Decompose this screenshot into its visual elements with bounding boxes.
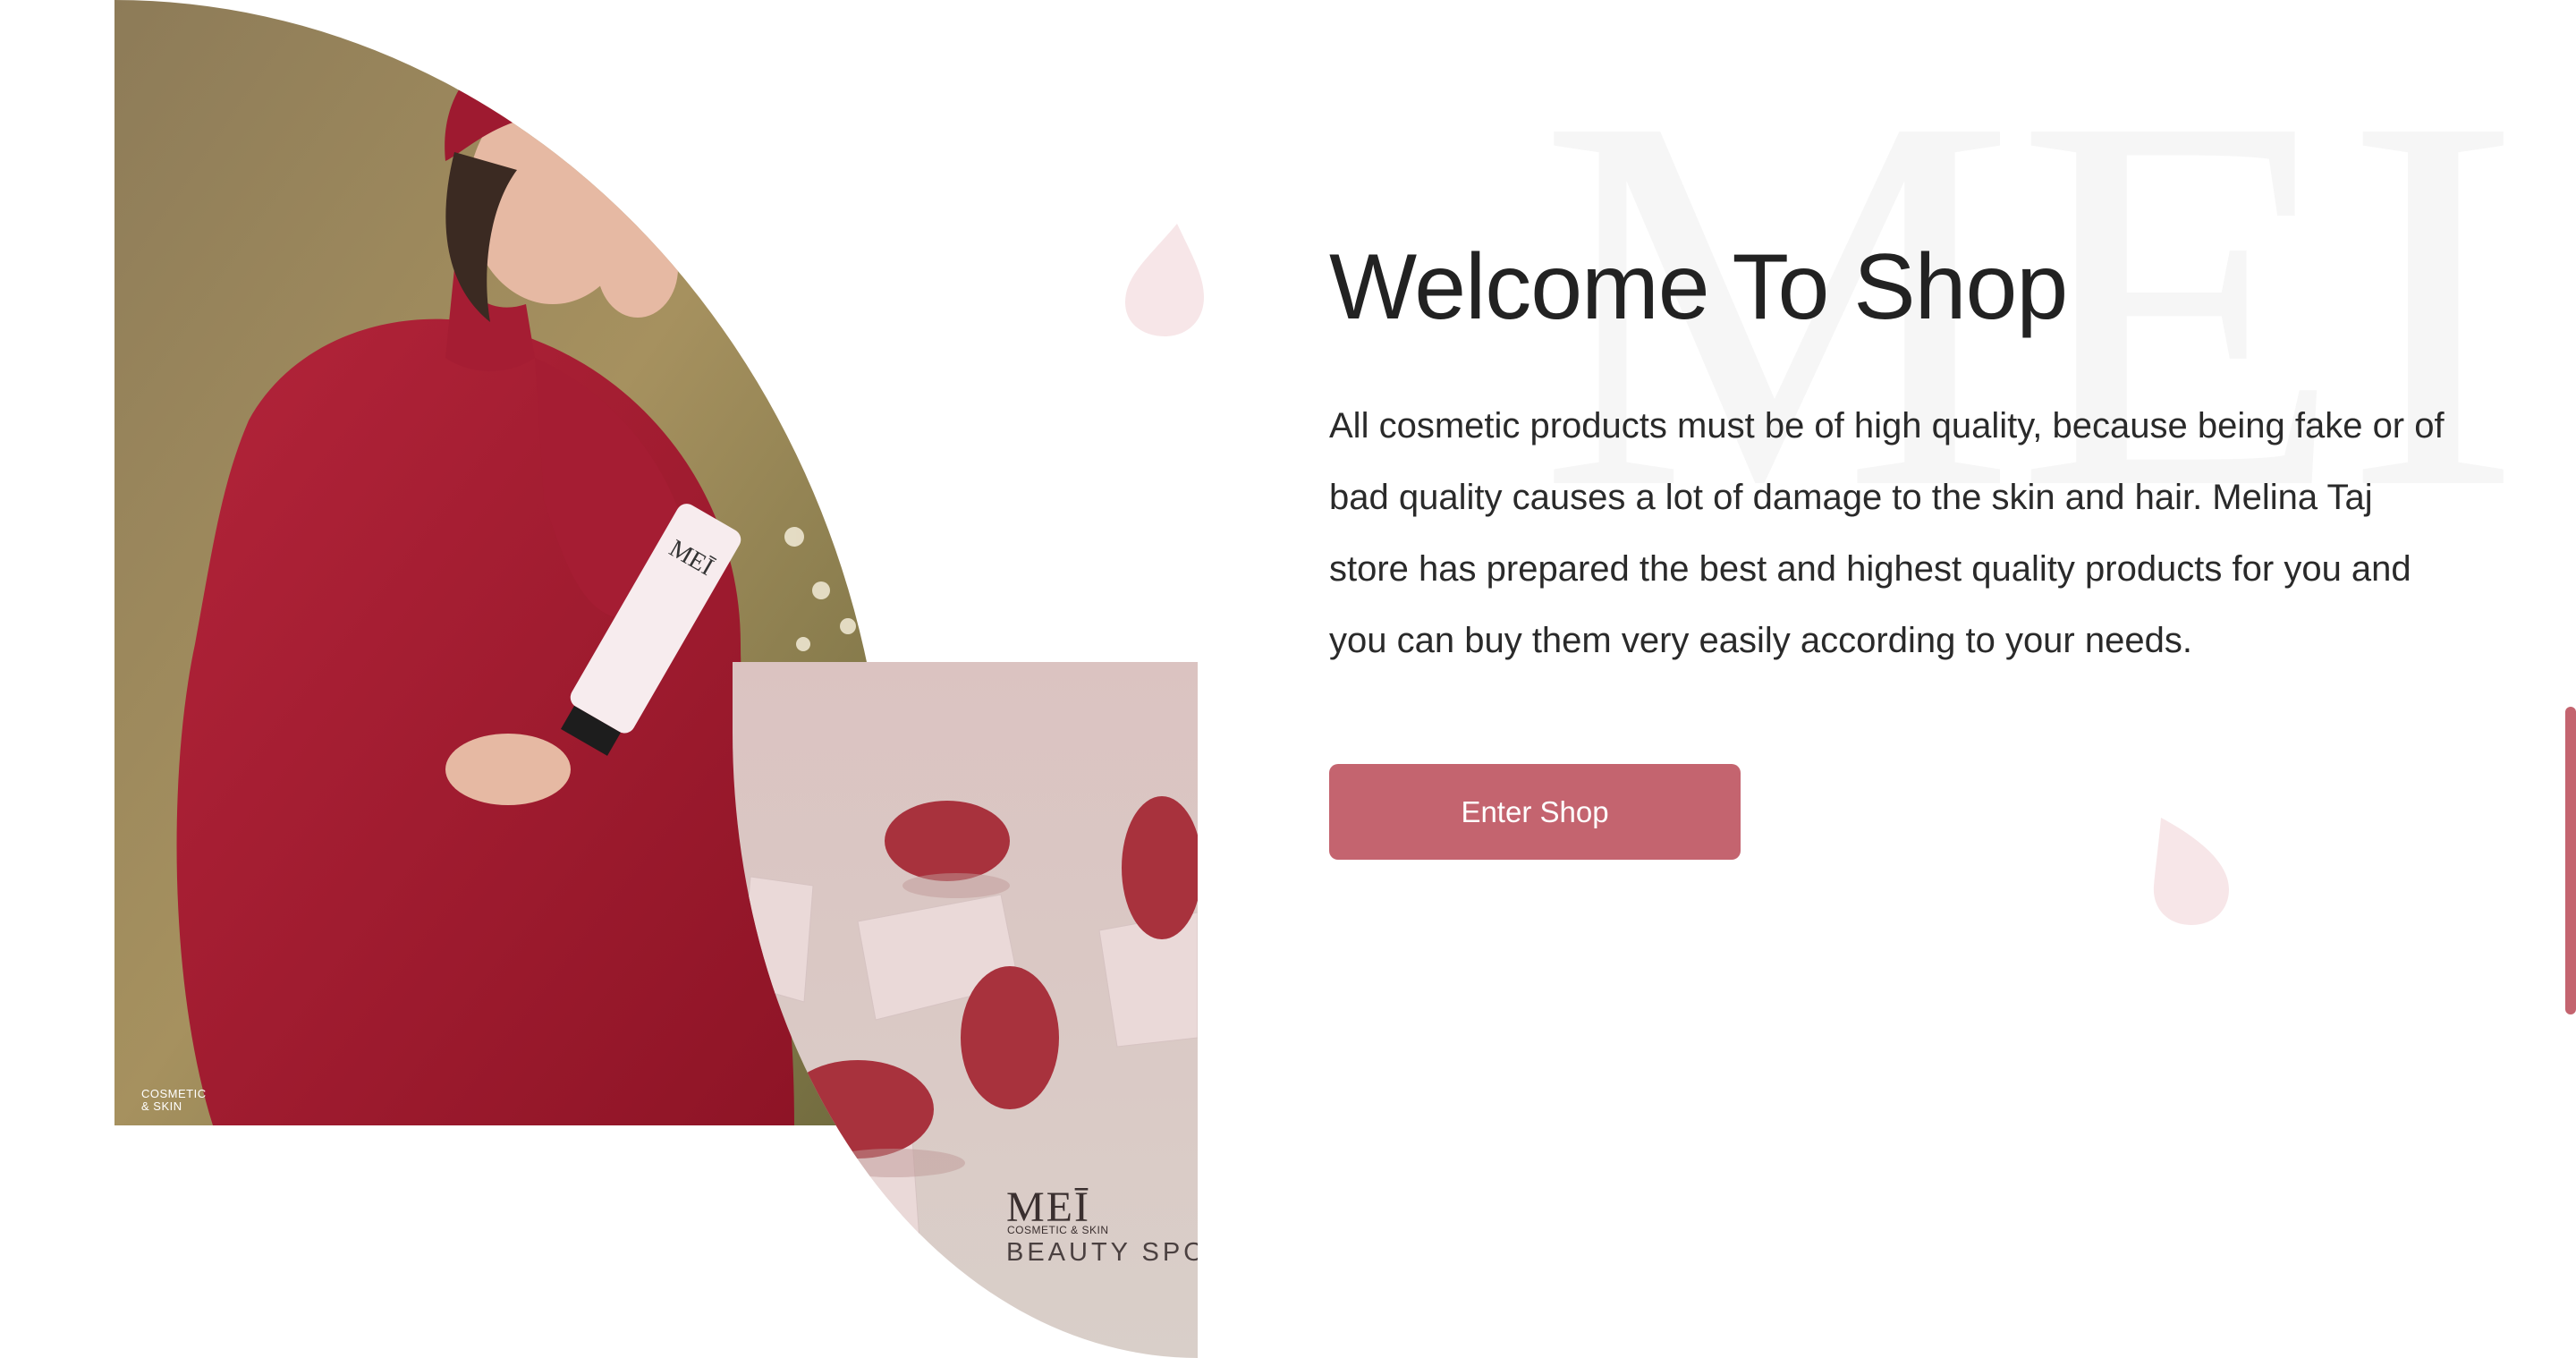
hero-description: All cosmetic products must be of high qu… <box>1329 406 2445 660</box>
sponge-brand-subtitle: COSMETIC & SKIN <box>1007 1224 1109 1236</box>
model-photo-caption: COSMETIC & SKIN <box>141 1088 267 1113</box>
sponge-product-name: BEAUTY SPONGE <box>1006 1238 1198 1267</box>
scrollbar-thumb[interactable] <box>2565 707 2576 1014</box>
enter-shop-button[interactable]: Enter Shop <box>1329 764 1741 860</box>
page-title: Welcome To Shop <box>1329 235 2068 339</box>
caption-line: & SKIN <box>141 1099 182 1113</box>
caption-line: COSMETIC <box>141 1087 207 1100</box>
drop-icon <box>2153 818 2229 925</box>
drop-icon <box>1125 224 1204 336</box>
